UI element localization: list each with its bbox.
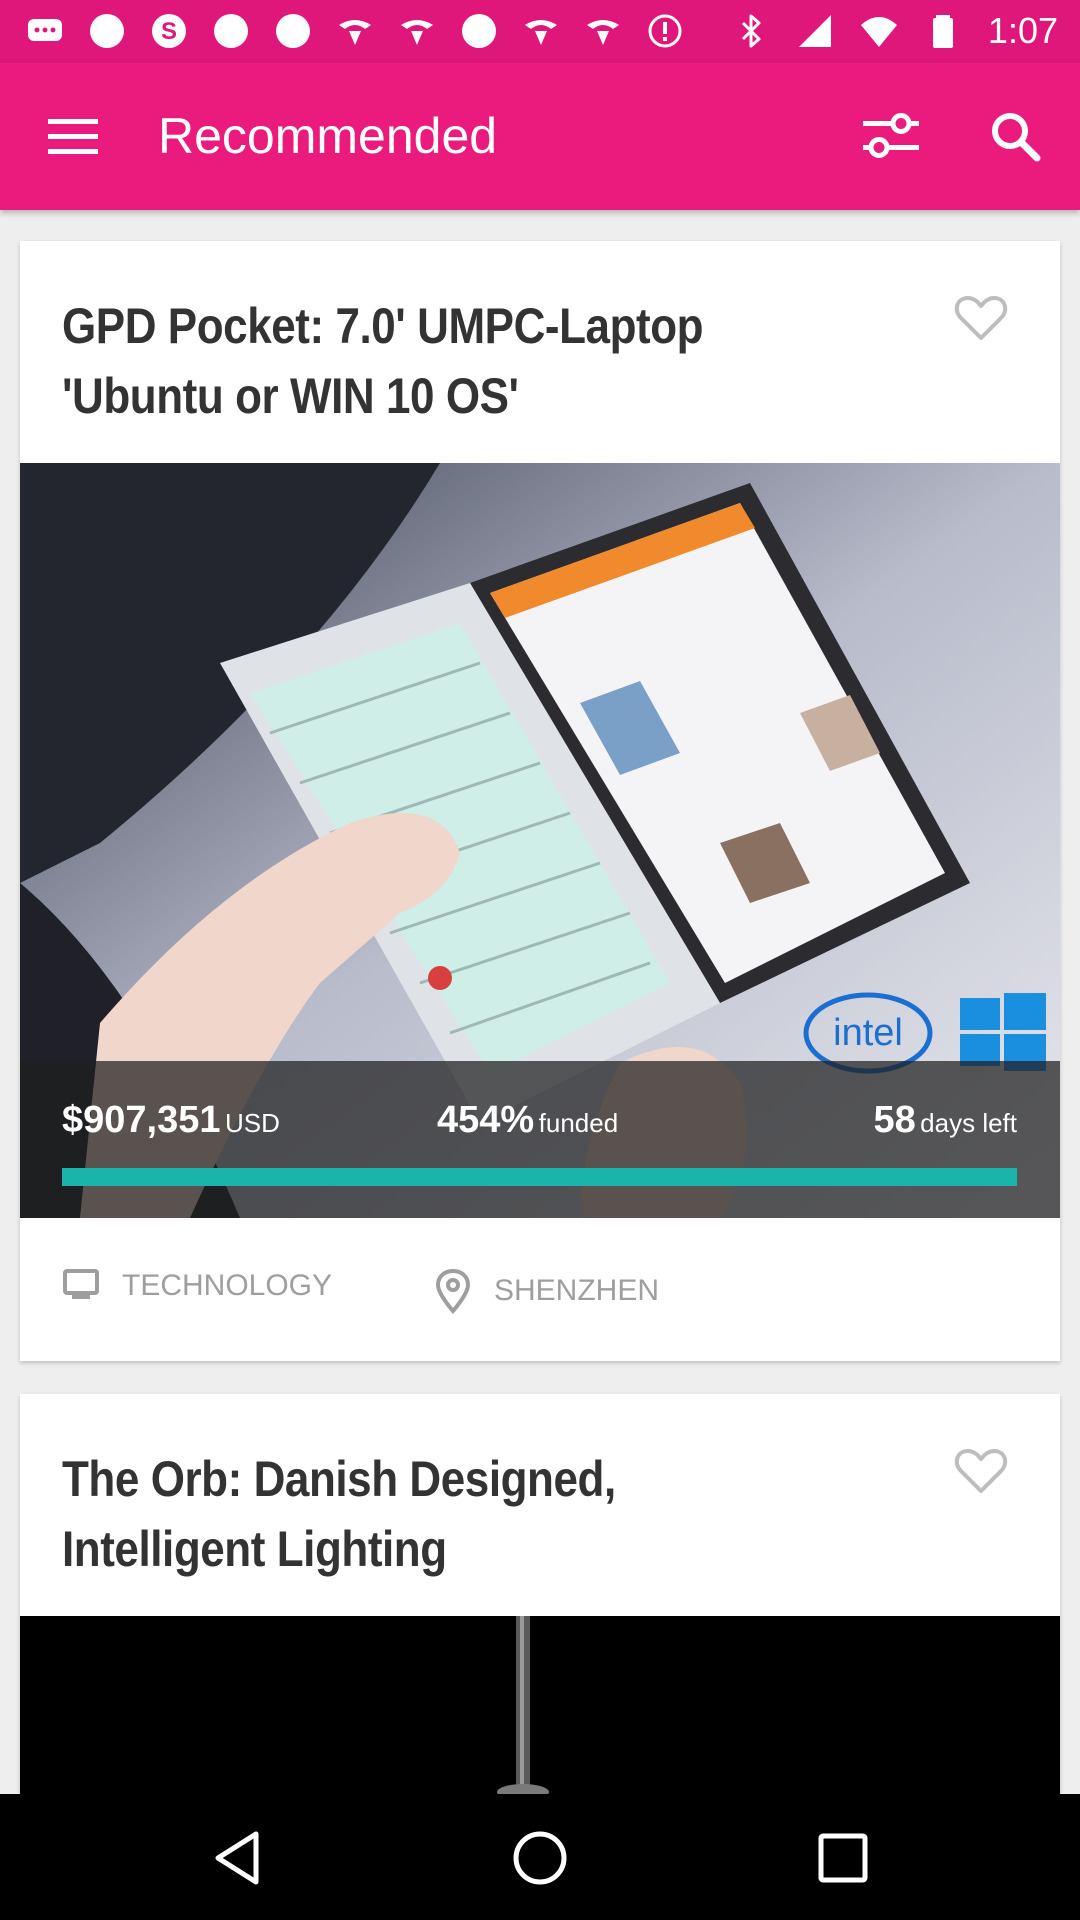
project-image[interactable]: intel $907,351 USD 454% funded 58 days l… xyxy=(20,463,1060,1218)
project-image[interactable] xyxy=(20,1616,1060,1794)
orb-lamp-photo xyxy=(20,1616,1060,1794)
funding-progress-bar xyxy=(62,1168,1017,1186)
filter-sliders-icon xyxy=(863,113,919,158)
system-icons: 1:07 xyxy=(728,8,1058,54)
notification-dot-icon xyxy=(84,8,130,54)
filter-button[interactable] xyxy=(856,101,926,171)
favorite-button[interactable] xyxy=(950,1440,1012,1502)
recents-button[interactable] xyxy=(805,1820,881,1896)
category-label: TECHNOLOGY xyxy=(122,1269,333,1302)
search-button[interactable] xyxy=(980,101,1050,171)
percent-funded: 454% funded xyxy=(437,1099,618,1142)
app-s-icon: S xyxy=(146,8,192,54)
svg-text:intel: intel xyxy=(833,1012,903,1054)
notification-dot-icon xyxy=(456,8,502,54)
notification-dot-icon xyxy=(208,8,254,54)
fan-icon xyxy=(518,8,564,54)
days-value: 58 xyxy=(873,1099,916,1141)
fan-icon xyxy=(394,8,440,54)
search-icon xyxy=(992,113,1041,162)
project-card[interactable]: The Orb: Danish Designed, Intelligent Li… xyxy=(20,1394,1060,1794)
card-header: GPD Pocket: 7.0' UMPC-Laptop 'Ubuntu or … xyxy=(20,241,1060,463)
card-footer: TECHNOLOGY SHENZHEN xyxy=(20,1218,1060,1361)
home-circle-icon xyxy=(513,1831,567,1885)
signal-icon xyxy=(792,8,838,54)
days-label: days left xyxy=(920,1108,1017,1138)
back-button[interactable] xyxy=(200,1820,276,1896)
notification-icons: S xyxy=(22,8,688,54)
app-bar: Recommended xyxy=(0,63,1080,210)
heart-icon xyxy=(954,296,1008,340)
battery-icon xyxy=(920,8,966,54)
recents-square-icon xyxy=(818,1833,868,1883)
bluetooth-icon xyxy=(728,8,774,54)
project-title[interactable]: GPD Pocket: 7.0' UMPC-Laptop 'Ubuntu or … xyxy=(62,291,801,431)
amount-currency: USD xyxy=(224,1108,280,1138)
svg-text:S: S xyxy=(161,18,177,45)
funding-stats: $907,351 USD 454% funded 58 days left xyxy=(20,1061,1060,1218)
category-tag[interactable]: TECHNOLOGY xyxy=(62,1268,332,1304)
status-time: 1:07 xyxy=(987,10,1058,51)
home-button[interactable] xyxy=(502,1820,578,1896)
days-left: 58 days left xyxy=(873,1099,1017,1142)
project-title[interactable]: The Orb: Danish Designed, Intelligent Li… xyxy=(62,1444,801,1584)
back-triangle-icon xyxy=(215,1831,259,1885)
location-tag[interactable]: SHENZHEN xyxy=(434,1268,659,1314)
location-label: SHENZHEN xyxy=(494,1274,660,1307)
percent-value: 454% xyxy=(437,1099,535,1141)
favorite-button[interactable] xyxy=(950,287,1012,349)
fan-icon xyxy=(580,8,626,54)
chat-icon xyxy=(22,8,68,54)
notification-dot-icon xyxy=(270,8,316,54)
menu-button[interactable] xyxy=(38,104,108,170)
amount-raised: $907,351 USD xyxy=(62,1099,280,1142)
location-pin-icon xyxy=(435,1268,471,1314)
wifi-icon xyxy=(856,8,902,54)
system-navigation-bar xyxy=(0,1794,1080,1920)
heart-icon xyxy=(954,1449,1008,1493)
status-bar: S 1:07 xyxy=(0,0,1080,63)
page-title: Recommended xyxy=(158,108,498,164)
monitor-icon xyxy=(63,1269,99,1299)
percent-label: funded xyxy=(538,1108,619,1138)
fan-icon xyxy=(332,8,378,54)
amount-value: $907,351 xyxy=(62,1099,221,1141)
funding-progress-fill xyxy=(62,1168,1017,1186)
info-icon xyxy=(642,8,688,54)
hamburger-menu-icon xyxy=(48,119,98,154)
project-card[interactable]: GPD Pocket: 7.0' UMPC-Laptop 'Ubuntu or … xyxy=(20,241,1060,1361)
card-header: The Orb: Danish Designed, Intelligent Li… xyxy=(20,1394,1060,1616)
